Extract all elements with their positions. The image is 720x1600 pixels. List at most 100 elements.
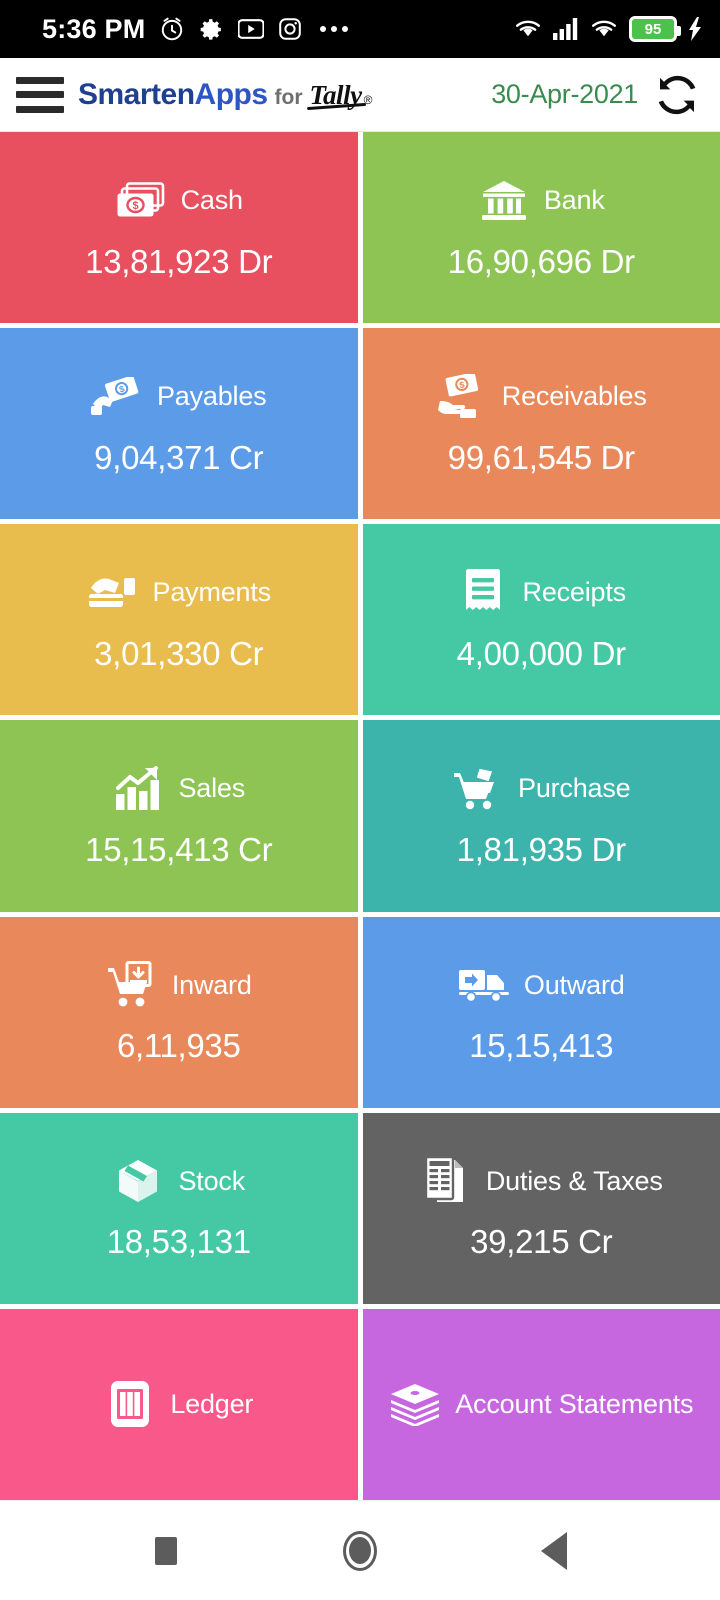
tile-header: Sales	[112, 763, 245, 815]
tile-header: Purchase	[452, 763, 631, 815]
tile-label: Duties & Taxes	[485, 1165, 663, 1196]
brand-part-smarten: Smarten	[78, 77, 195, 111]
tile-value: 9,04,371 Cr	[94, 438, 264, 476]
tile-value: 15,15,413 Cr	[85, 830, 273, 868]
back-button[interactable]	[526, 1523, 582, 1579]
tile-label: Bank	[543, 185, 605, 216]
refresh-sync-icon[interactable]	[656, 74, 698, 116]
tile-header: Ledger	[104, 1378, 253, 1430]
tile-header: Stock	[112, 1155, 245, 1207]
tile-cash[interactable]: $ Cash 13,81,923 Dr	[0, 132, 358, 324]
tile-label: Payments	[152, 577, 272, 608]
tile-value: 1,81,935 Dr	[456, 830, 626, 868]
tile-header: Inward	[106, 959, 252, 1011]
money-stack-icon: $	[115, 175, 167, 227]
tax-document-icon	[420, 1155, 472, 1207]
brand-connector: for	[274, 85, 303, 109]
home-button[interactable]	[332, 1523, 388, 1579]
tile-stock[interactable]: Stock 18,53,131	[0, 1112, 358, 1304]
dashboard-tile-grid: $ Cash 13,81,923 Dr Bank 16,90,696 Dr $ …	[0, 132, 720, 1500]
tile-purchase[interactable]: Purchase 1,81,935 Dr	[362, 720, 720, 912]
wifi-icon	[514, 18, 542, 40]
tile-ledger[interactable]: Ledger	[0, 1308, 358, 1500]
tile-label: Receipts	[522, 577, 627, 608]
stacked-books-icon	[389, 1378, 441, 1430]
tile-receivables[interactable]: $ Receivables 99,61,545 Dr	[362, 328, 720, 520]
tile-value: 6,11,935	[116, 1027, 241, 1065]
ledger-book-icon	[104, 1378, 156, 1430]
instagram-icon	[278, 17, 302, 41]
tile-header: $ Cash	[115, 175, 243, 227]
tile-value: 39,215 Cr	[470, 1223, 613, 1261]
triangle-back-icon	[541, 1531, 567, 1570]
app-bar: Smarten Apps for Tally ® 30-Apr-2021	[0, 58, 720, 132]
tile-receipts[interactable]: Receipts 4,00,000 Dr	[362, 524, 720, 716]
tile-label: Purchase	[518, 773, 631, 804]
tile-label: Outward	[523, 969, 625, 1000]
tile-label: Payables	[157, 381, 267, 412]
alarm-icon	[159, 16, 185, 42]
box-package-icon	[112, 1155, 164, 1207]
tile-payments[interactable]: Payments 3,01,330 Cr	[0, 524, 358, 716]
youtube-icon	[238, 19, 265, 39]
tile-label: Ledger	[170, 1388, 254, 1419]
tile-label: Sales	[178, 773, 246, 804]
tile-duties-taxes[interactable]: Duties & Taxes 39,215 Cr	[362, 1112, 720, 1304]
wallet-card-icon	[87, 567, 139, 619]
battery-indicator: 95	[629, 16, 681, 42]
tile-value: 13,81,923 Dr	[85, 242, 273, 280]
tile-sales[interactable]: Sales 15,15,413 Cr	[0, 720, 358, 912]
truck-outward-icon	[458, 959, 510, 1011]
battery-level: 95	[644, 20, 662, 38]
charging-bolt-icon	[688, 17, 702, 41]
tile-header: Bank	[478, 175, 605, 227]
tile-header: Duties & Taxes	[420, 1155, 663, 1207]
hand-receive-money-icon: $	[436, 371, 488, 423]
hamburger-icon[interactable]	[16, 76, 64, 113]
svg-text:$: $	[132, 200, 138, 212]
tile-payables[interactable]: $ Payables 9,04,371 Cr	[0, 328, 358, 520]
tile-label: Inward	[171, 969, 252, 1000]
status-bar-right: 95	[514, 16, 702, 42]
tile-label: Stock	[178, 1165, 246, 1196]
signal-bars-icon	[553, 18, 579, 40]
square-recents-icon	[155, 1536, 177, 1565]
receipt-icon	[457, 567, 509, 619]
bar-chart-up-icon	[112, 763, 164, 815]
tile-header: $ Payables	[91, 371, 267, 423]
tile-value: 3,01,330 Cr	[94, 634, 264, 672]
tile-value: 15,15,413	[469, 1027, 614, 1065]
app-bar-right: 30-Apr-2021	[491, 74, 698, 116]
tile-label: Account Statements	[455, 1388, 694, 1419]
circle-home-icon	[343, 1530, 377, 1571]
gear-icon	[199, 17, 224, 42]
tile-label: Cash	[180, 185, 243, 216]
more-dots-icon	[316, 26, 349, 32]
tile-label: Receivables	[501, 381, 647, 412]
app-logo: Smarten Apps for Tally ®	[78, 78, 372, 112]
status-bar: 5:36 PM 95	[0, 0, 720, 58]
tile-value: 4,00,000 Dr	[456, 634, 626, 672]
cart-inward-icon	[106, 959, 158, 1011]
status-bar-clock: 5:36 PM	[42, 13, 146, 44]
status-bar-left: 5:36 PM	[42, 13, 349, 44]
tile-outward[interactable]: Outward 15,15,413	[362, 916, 720, 1108]
tile-bank[interactable]: Bank 16,90,696 Dr	[362, 132, 720, 324]
tile-header: Account Statements	[389, 1378, 693, 1430]
tile-value: 99,61,545 Dr	[447, 438, 636, 476]
brand-part-apps: Apps	[194, 77, 269, 111]
phone-screen: 5:36 PM 95 Smarten Apps for Tally ® 30-A…	[0, 0, 720, 1600]
tile-value: 18,53,131	[106, 1223, 251, 1261]
bank-building-icon	[478, 175, 530, 227]
as-of-date[interactable]: 30-Apr-2021	[491, 79, 638, 110]
android-navigation-bar	[0, 1500, 720, 1600]
tally-logo: Tally	[306, 80, 366, 111]
hand-pay-money-icon: $	[91, 371, 143, 423]
tile-value: 16,90,696 Dr	[447, 242, 636, 280]
recents-button[interactable]	[138, 1523, 194, 1579]
tile-account-statements[interactable]: Account Statements	[362, 1308, 720, 1500]
tile-header: Payments	[87, 567, 271, 619]
shopping-cart-icon	[452, 763, 504, 815]
tile-inward[interactable]: Inward 6,11,935	[0, 916, 358, 1108]
tile-header: Receipts	[457, 567, 626, 619]
